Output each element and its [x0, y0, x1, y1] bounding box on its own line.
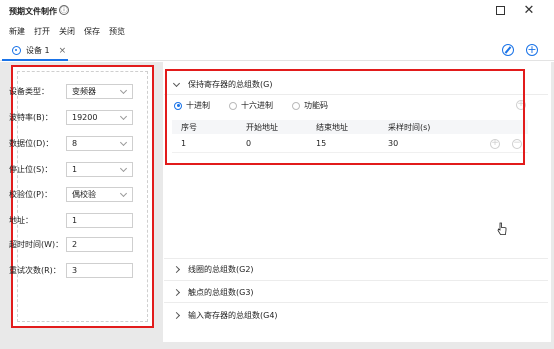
retries-label: 重试次数(R)： [9, 266, 61, 275]
annotation-highlight-box [165, 69, 525, 165]
chevron-right-icon [172, 288, 181, 297]
menu-open[interactable]: 打开 [34, 25, 50, 39]
baud-rate-value: 19200 [72, 113, 98, 122]
info-icon[interactable]: ⓘ [59, 5, 69, 15]
form-row-address: 地址： 1 [9, 213, 133, 228]
chevron-down-icon [119, 86, 128, 95]
section-coils[interactable]: 线圈的总组数(G2) [172, 264, 254, 275]
address-input[interactable]: 1 [66, 213, 133, 228]
divider [164, 258, 548, 259]
chevron-down-icon [119, 138, 128, 147]
menu-new[interactable]: 新建 [9, 25, 25, 39]
timeout-label: 超时时间(W)： [9, 240, 64, 249]
tab-close-icon[interactable]: × [59, 46, 67, 56]
menu-bar: 新建 打开 关闭 保存 预览 [0, 25, 125, 39]
form-row-parity: 校验位(P)： 偶校验 [9, 187, 133, 202]
section-coils-title: 线圈的总组数(G2) [188, 265, 254, 274]
device-type-value: 变频器 [72, 87, 96, 96]
maximize-icon [496, 6, 505, 15]
section-input-registers-title: 输入寄存器的总组数(G4) [188, 311, 278, 320]
tab-label: 设备 1 [26, 46, 50, 55]
section-contacts-title: 触点的总组数(G3) [188, 288, 254, 297]
data-bits-select[interactable]: 8 [66, 136, 133, 151]
hand-cursor-icon [497, 222, 507, 235]
parity-value: 偶校验 [72, 190, 96, 199]
tab-bar: 设备 1 × + [0, 40, 554, 61]
section-contacts[interactable]: 触点的总组数(G3) [172, 287, 254, 298]
baud-rate-label: 波特率(B)： [9, 113, 53, 122]
form-row-data-bits: 数据位(D)： 8 [9, 136, 133, 151]
maximize-button[interactable] [492, 2, 510, 20]
form-row-stop-bits: 停止位(S)： 1 [9, 162, 133, 177]
form-row-device-type: 设备类型： 变频器 [9, 84, 133, 99]
chevron-down-icon [119, 189, 128, 198]
address-label: 地址： [9, 216, 33, 225]
form-row-retries: 重试次数(R)： 3 [9, 263, 133, 278]
divider [164, 302, 548, 303]
baud-rate-select[interactable]: 19200 [66, 110, 133, 125]
divider [164, 280, 548, 281]
menu-save[interactable]: 保存 [84, 25, 100, 39]
data-bits-label: 数据位(D)： [9, 139, 54, 148]
gear-icon [12, 46, 21, 55]
parity-select[interactable]: 偶校验 [66, 187, 133, 202]
stop-bits-value: 1 [72, 165, 78, 174]
timeout-input[interactable]: 2 [66, 237, 133, 252]
stop-bits-select[interactable]: 1 [66, 162, 133, 177]
chevron-right-icon [172, 265, 181, 274]
tab-device-1[interactable]: 设备 1 × [2, 42, 68, 61]
title-bar: 预期文件制作 ⓘ ✕ [0, 0, 554, 23]
chevron-right-icon [172, 311, 181, 320]
chevron-down-icon [119, 164, 128, 173]
add-device-icon[interactable]: + [526, 44, 538, 56]
parity-label: 校验位(P)： [9, 190, 53, 199]
form-row-baud-rate: 波特率(B)： 19200 [9, 110, 133, 125]
edit-icon[interactable] [502, 44, 514, 56]
retries-input[interactable]: 3 [66, 263, 133, 278]
menu-preview[interactable]: 预览 [109, 25, 125, 39]
device-type-select[interactable]: 变频器 [66, 84, 133, 99]
close-window-button[interactable]: ✕ [520, 2, 538, 20]
menu-close[interactable]: 关闭 [59, 25, 75, 39]
section-input-registers[interactable]: 输入寄存器的总组数(G4) [172, 310, 278, 321]
device-type-label: 设备类型： [9, 87, 49, 96]
window-title: 预期文件制作 [9, 7, 57, 16]
chevron-down-icon [119, 112, 128, 121]
stop-bits-label: 停止位(S)： [9, 165, 53, 174]
data-bits-value: 8 [72, 139, 78, 148]
form-row-timeout: 超时时间(W)： 2 [9, 237, 133, 252]
